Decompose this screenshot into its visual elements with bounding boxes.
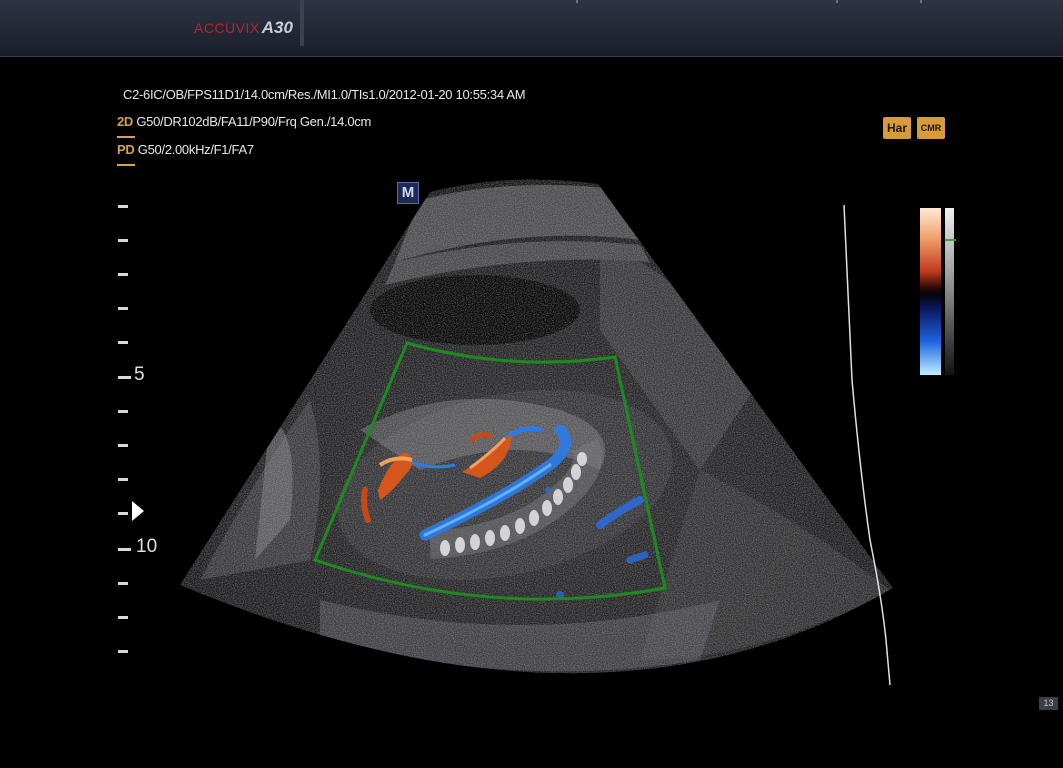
depth-tick [118,650,128,653]
mode-pd-underline [117,164,135,166]
frame-number: 13 [1039,697,1058,710]
probe-info-line: C2-6IC/OB/FPS11D1/14.0cm/Res./MI1.0/TIs1… [123,87,526,102]
depth-tick [118,582,128,585]
depth-tick [118,444,128,447]
depth-tick [118,341,128,344]
depth-label-10: 10 [136,536,158,557]
depth-tick [118,307,128,310]
depth-tick [118,616,128,619]
reference-trace [843,204,891,686]
focus-marker-icon[interactable] [132,501,144,521]
pd-settings: PD G50/2.00kHz/F1/FA7 [117,142,254,157]
depth-tick [118,239,128,242]
2d-settings-text: G50/DR102dB/FA11/P90/Frq Gen./14.0cm [136,114,371,129]
harmonic-badge: Har [883,117,911,139]
depth-tick [118,512,128,515]
depth-label-5: 5 [134,364,145,385]
depth-tick [118,478,128,481]
scan-sector [180,179,893,674]
doppler-color-bar [920,208,941,375]
grayscale-bar [945,208,954,375]
mode-2d-underline [117,136,135,138]
color-bar-marker [945,239,956,241]
pd-settings-text: G50/2.00kHz/F1/FA7 [137,142,254,157]
orientation-marker-icon: M [397,182,419,204]
depth-tick [118,548,131,551]
depth-tick [118,376,131,379]
2d-settings: 2D G50/DR102dB/FA11/P90/Frq Gen./14.0cm [117,114,371,129]
depth-tick [118,273,128,276]
cmr-badge: CMR [917,117,945,139]
depth-tick [118,410,128,413]
mode-pd-label: PD [117,142,135,157]
depth-tick [118,205,128,208]
mode-2d-label: 2D [117,114,134,129]
